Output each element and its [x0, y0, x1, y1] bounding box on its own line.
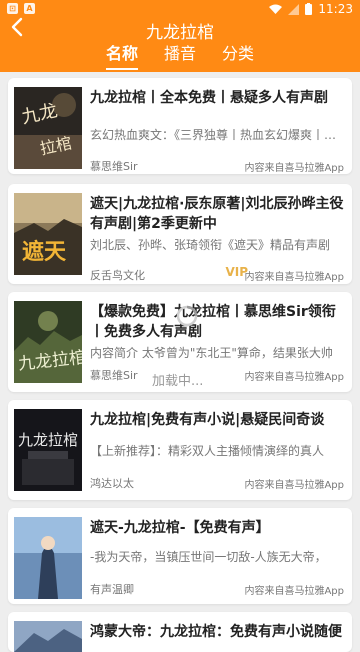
book-author: 有声温卿 [90, 583, 134, 596]
book-title: 九龙拉棺|免费有声小说|悬疑民间奇谈 [90, 412, 325, 428]
tab-bar: 名称 播音 分类 [0, 40, 360, 70]
book-card[interactable]: 鸿蒙大帝：九龙拉棺：免费有声小说随便 [8, 612, 352, 652]
book-source: 内容来自喜马拉雅App [244, 372, 344, 383]
book-cover [14, 517, 82, 599]
book-description: -我为天帝，当镇压世间一切敌-人族无大帝， [90, 550, 327, 564]
signal-icon [288, 3, 300, 15]
book-source: 内容来自喜马拉雅App [244, 163, 344, 174]
loading-text: 加载中... [152, 374, 204, 389]
book-title: 九龙拉棺丨全本免费丨悬疑多人有声剧 [90, 90, 328, 106]
book-author: 慕思维Sir [90, 369, 138, 382]
book-cover [14, 621, 82, 652]
svg-text:九龙拉棺: 九龙拉棺 [18, 431, 78, 449]
book-title: 遮天|九龙拉棺·辰东原著|刘北辰孙晔主役有声剧|第2季更新中 [90, 196, 344, 232]
book-cover: 九龙 拉棺 [14, 87, 82, 169]
book-source: 内容来自喜马拉雅App [244, 272, 344, 283]
book-title: 鸿蒙大帝：九龙拉棺：免费有声小说随便 [90, 624, 342, 640]
book-description: 内容简介 太爷曾为"东北王"算命，结果张大帅 [90, 346, 333, 360]
tab-category[interactable]: 分类 [222, 40, 254, 70]
book-cover: 遮天 [14, 193, 82, 275]
book-author: 慕思维Sir [90, 160, 138, 173]
book-card[interactable]: 九龙 拉棺 九龙拉棺丨全本免费丨悬疑多人有声剧 玄幻热血爽文：《三界独尊丨热血玄… [8, 78, 352, 174]
loading-spinner-icon [176, 305, 198, 327]
book-description: 刘北辰、孙晔、张琦领衔《遮天》精品有声剧 [90, 238, 331, 252]
book-source: 内容来自喜马拉雅App [244, 586, 344, 597]
book-card[interactable]: 九龙拉棺 九龙拉棺|免费有声小说|悬疑民间奇谈 【上新推荐】：精彩双人主播倾情演… [8, 400, 352, 500]
book-cover: 九龙拉棺 [14, 409, 82, 491]
book-card[interactable]: 遮天-九龙拉棺-【免费有声】 -我为天帝，当镇压世间一切敌-人族无大帝， 有声温… [8, 508, 352, 604]
book-title: 【爆款免费】九龙拉棺丨慕思维Sir领衔丨免费多人有声剧 [90, 304, 336, 340]
status-time: 11:23 [318, 2, 353, 16]
book-description: 【上新推荐】：精彩双人主播倾情演绎的真人 [90, 444, 325, 458]
book-author: 鸿达以太 [90, 477, 134, 490]
notification-app-icon: ⊡ [7, 3, 18, 14]
notification-a-icon: A [24, 3, 35, 14]
tab-narrator[interactable]: 播音 [164, 40, 196, 70]
book-card[interactable]: 遮天 遮天|九龙拉棺·辰东原著|刘北辰孙晔主役有声剧|第2季更新中 刘北辰、孙晔… [8, 184, 352, 284]
wifi-icon [269, 4, 283, 14]
battery-icon [305, 3, 313, 15]
book-description: 玄幻热血爽文：《三界独尊丨热血玄幻爆爽丨多人 [90, 128, 344, 142]
book-author: 反舌鸟文化 [90, 269, 145, 282]
book-source: 内容来自喜马拉雅App [244, 480, 344, 491]
book-title: 遮天-九龙拉棺-【免费有声】 [90, 520, 270, 536]
app-header: ⊡ A 11:23 九龙拉棺 名称 播音 分类 [0, 0, 360, 72]
tab-name[interactable]: 名称 [105, 40, 138, 70]
status-bar: ⊡ A 11:23 [0, 0, 360, 18]
book-cover: 九龙拉棺 [14, 301, 82, 383]
svg-text:遮天: 遮天 [22, 239, 67, 265]
